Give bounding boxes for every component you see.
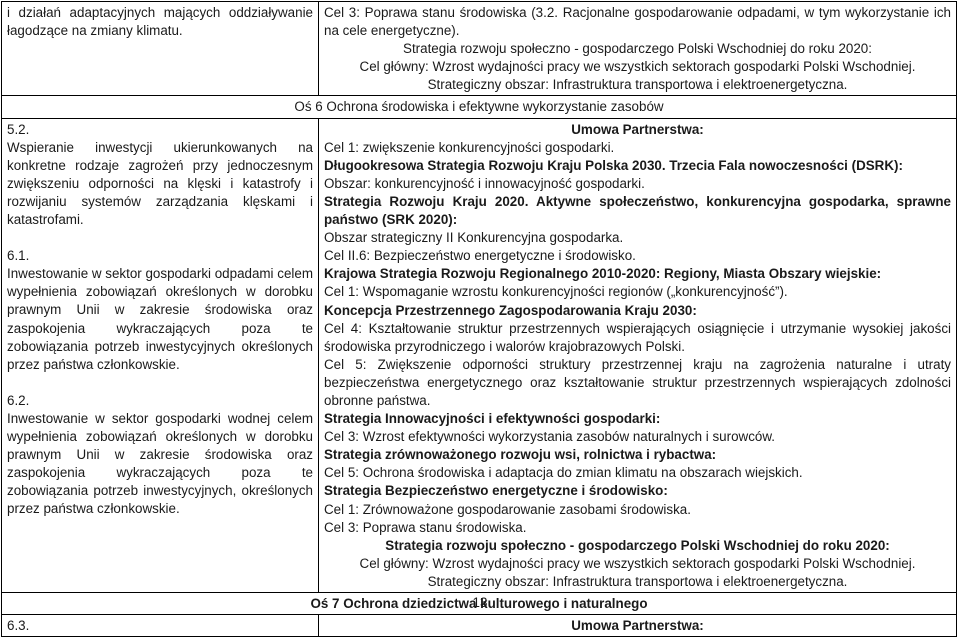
strategy-heading: Koncepcja Przestrzennego Zagospodarowani… — [324, 302, 697, 318]
strategy-heading: Strategia Bezpieczeństwo energetyczne i … — [324, 483, 668, 499]
strategy-cell: Umowa Partnerstwa: Cel 1: zwiększenie kon… — [318, 117, 957, 594]
priority-number: 6.1. — [7, 248, 30, 264]
axis-heading-cell: Oś 6 Ochrona środowiska i efektywne wyko… — [1, 95, 957, 119]
priority-number: 6.2. — [7, 392, 30, 408]
priority-text: i działań adaptacyjnych mających oddział… — [7, 5, 313, 39]
strategy-line: Cel 4: Kształtowanie struktur przestrzen… — [324, 320, 951, 354]
strategy-line: Obszar: konkurencyjność i innowacyjność … — [324, 175, 645, 191]
strategy-heading: Umowa Partnerstwa: — [571, 618, 704, 634]
strategy-line: Cel 5: Zwiększenie odporności struktury … — [324, 356, 951, 408]
strategy-line: Strategiczny obszar: Infrastruktura tran… — [427, 573, 848, 589]
axis-heading: Oś 6 Ochrona środowiska i efektywne wyko… — [294, 99, 664, 115]
strategy-line: Cel 3: Wzrost efektywności wykorzystania… — [324, 429, 775, 445]
strategy-line: Cel 3: Poprawa stanu środowiska (3.2. Ra… — [324, 5, 951, 39]
strategy-heading: Strategia zrównoważonego rozwoju wsi, ro… — [324, 447, 717, 463]
table-row: 5.2. Wspieranie inwestycji ukierunkowany… — [1, 117, 957, 594]
page-number: 13 — [472, 595, 488, 610]
priority-number: 5.2. — [7, 121, 30, 137]
priority-text: Inwestowanie w sektor gospodarki odpadam… — [7, 266, 313, 372]
strategy-cell: Cel 3: Poprawa stanu środowiska (3.2. Ra… — [318, 0, 957, 97]
document-table: i działań adaptacyjnych mających oddział… — [1, 0, 957, 637]
strategy-line: Cel 1: Zrównoważone gospodarowanie zasob… — [324, 501, 691, 517]
strategy-heading: Strategia Innowacyjności i efektywności … — [324, 411, 661, 427]
strategy-line: Cel 5: Ochrona środowiska i adaptacja do… — [324, 465, 803, 481]
priority-cell: 5.2. Wspieranie inwestycji ukierunkowany… — [1, 117, 319, 594]
strategy-cell: Umowa Partnerstwa: — [318, 614, 957, 637]
priority-cell: 6.3. — [1, 614, 319, 637]
priority-text: Inwestowanie w sektor gospodarki wodnej … — [7, 410, 313, 517]
strategy-heading: Krajowa Strategia Rozwoju Regionalnego 2… — [324, 266, 882, 282]
strategy-line: Strategiczny obszar: Infrastruktura tran… — [427, 77, 848, 93]
priority-text: Wspieranie inwestycji ukierunkowanych na… — [7, 139, 313, 228]
strategy-line: Cel 1: Wspomaganie wzrostu konkurencyjno… — [324, 284, 788, 300]
strategy-heading: Strategia rozwoju społeczno - gospodarcz… — [385, 537, 890, 553]
table-row: Oś 6 Ochrona środowiska i efektywne wyko… — [1, 95, 957, 119]
strategy-line: Obszar strategiczny II Konkurencyjna gos… — [324, 230, 624, 246]
priority-cell: i działań adaptacyjnych mających oddział… — [1, 0, 319, 97]
strategy-heading: Długookresowa Strategia Rozwoju Kraju Po… — [324, 157, 903, 173]
strategy-line: Cel 1: zwiększenie konkurencyjności gosp… — [324, 139, 615, 155]
strategy-heading: Strategia Rozwoju Kraju 2020. Aktywne sp… — [324, 193, 951, 228]
strategy-heading: Umowa Partnerstwa: — [571, 121, 704, 137]
strategy-line: Cel II.6: Bezpieczeństwo energetyczne i … — [324, 248, 636, 264]
strategy-line: Cel główny: Wzrost wydajności pracy we w… — [359, 555, 916, 571]
table-row: 6.3. Umowa Partnerstwa: — [1, 614, 957, 637]
strategy-line: Strategia rozwoju społeczno - gospodarcz… — [403, 41, 872, 57]
table-row: i działań adaptacyjnych mających oddział… — [1, 0, 957, 97]
strategy-line: Cel główny: Wzrost wydajności pracy we w… — [359, 59, 916, 75]
priority-number: 6.3. — [7, 618, 30, 634]
strategy-line: Cel 3: Poprawa stanu środowiska. — [324, 519, 527, 535]
